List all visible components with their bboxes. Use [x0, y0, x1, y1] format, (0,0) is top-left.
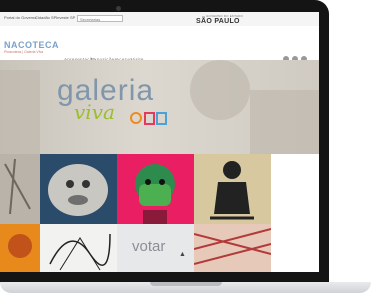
government-top-bar: Portal do Governo Cidadão SP Investe SP …	[0, 12, 319, 27]
artwork-line-drawing-image	[40, 224, 117, 272]
gov-link-portal[interactable]: Portal do Governo	[4, 15, 36, 20]
artwork-tile-3[interactable]	[117, 154, 194, 224]
gov-link-cidadao[interactable]: Cidadão SP	[35, 15, 56, 20]
artwork-tile-5[interactable]	[0, 224, 40, 272]
gov-sp-logo[interactable]: GOVERNO DO ESTADO SÃO PAULO	[196, 14, 244, 25]
artwork-figure-image	[194, 154, 271, 224]
artwork-tile-1[interactable]	[0, 154, 40, 224]
hero-subtitle: viva	[74, 100, 115, 124]
artwork-sketch-image	[0, 154, 40, 224]
secretarias-select[interactable]: Secretarias	[77, 15, 123, 22]
artwork-pattern-image	[194, 224, 271, 272]
artwork-tile-2[interactable]	[40, 154, 117, 224]
gov-link-investe[interactable]: Investe SP	[56, 15, 75, 20]
site-logo[interactable]: NACOTECA	[4, 40, 59, 50]
artwork-green-creature-image	[117, 154, 194, 224]
colorful-shapes-icon	[130, 112, 167, 125]
hero-background-shape	[250, 90, 319, 154]
artwork-tile-4[interactable]	[194, 154, 271, 224]
laptop-notch	[150, 282, 222, 286]
artwork-orange-image	[0, 224, 40, 272]
gov-logo-big-text: SÃO PAULO	[196, 18, 240, 25]
artwork-face-image	[40, 154, 117, 224]
mouse-pointer-icon: ▲	[179, 251, 186, 258]
hero-banner	[0, 60, 319, 154]
artwork-tile-6[interactable]	[40, 224, 117, 272]
hero-background-shape	[0, 70, 40, 154]
site-logo-subtitle: Pinacoteca | Galeria Viva	[4, 50, 44, 54]
site-header: NACOTECA Pinacoteca | Galeria Viva Apres…	[0, 26, 319, 62]
webcam	[116, 6, 121, 11]
votar-label[interactable]: votar	[132, 238, 165, 255]
hero-background-shape	[190, 60, 250, 120]
artwork-tile-8[interactable]	[194, 224, 271, 272]
browser-screen: Portal do Governo Cidadão SP Investe SP …	[0, 12, 319, 272]
